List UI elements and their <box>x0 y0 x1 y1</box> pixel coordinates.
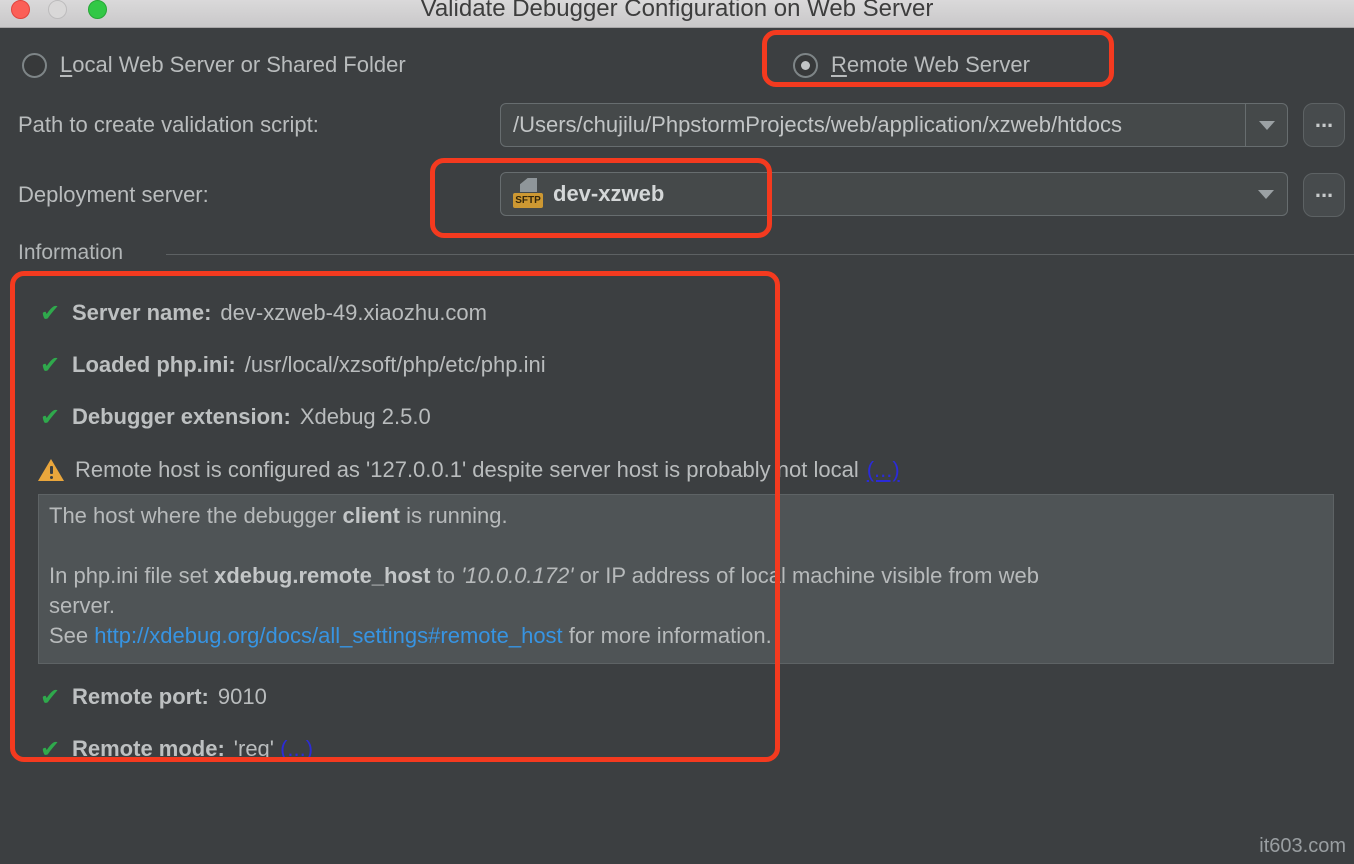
help-text-bold: xdebug.remote_host <box>214 563 430 588</box>
radio-remote-web-server[interactable]: Remote Web Server <box>793 51 1030 79</box>
sftp-badge: SFTP <box>513 193 543 208</box>
check-icon: ✔ <box>40 403 72 432</box>
deploy-combobox[interactable]: SFTP dev-xzweb <box>500 172 1288 216</box>
help-line-3: See http://xdebug.org/docs/all_settings#… <box>49 621 1323 651</box>
help-text: See <box>49 623 94 648</box>
info-value: 'req' <box>234 736 280 762</box>
deploy-field-label: Deployment server: <box>18 182 209 208</box>
xdebug-docs-link[interactable]: http://xdebug.org/docs/all_settings#remo… <box>94 623 562 648</box>
radio-local-web-server[interactable]: Local Web Server or Shared Folder <box>22 51 406 79</box>
watermark: it603.com <box>1259 835 1346 858</box>
label-rest: ocal Web Server or Shared Folder <box>72 52 405 77</box>
help-line-2-wrap: server. <box>49 591 1323 621</box>
path-browse-button[interactable]: ... <box>1303 103 1345 147</box>
help-line-1: The host where the debugger client is ru… <box>49 501 1323 531</box>
info-label: Debugger extension: <box>72 404 291 430</box>
deploy-combobox-value[interactable]: dev-xzweb <box>543 181 1245 207</box>
mnemonic-letter: R <box>831 52 847 77</box>
titlebar: Validate Debugger Configuration on Web S… <box>0 0 1354 28</box>
warning-details-link[interactable]: (...) <box>867 457 900 483</box>
warning-exclamation-bar <box>50 466 53 474</box>
window-title: Validate Debugger Configuration on Web S… <box>0 0 1354 23</box>
check-icon: ✔ <box>40 683 72 712</box>
help-text: In php.ini file set <box>49 563 214 588</box>
chevron-down-icon <box>1259 121 1275 130</box>
radio-remote-label: Remote Web Server <box>831 52 1030 78</box>
info-label: Remote mode: <box>72 736 225 762</box>
help-text-italic: '10.0.0.172' <box>461 563 573 588</box>
radio-local-label: Local Web Server or Shared Folder <box>60 52 406 78</box>
help-text: for more information. <box>563 623 772 648</box>
remote-host-help-panel: The host where the debugger client is ru… <box>38 494 1334 664</box>
section-separator <box>166 254 1354 255</box>
warning-remote-host: Remote host is configured as '127.0.0.1'… <box>38 455 900 485</box>
info-label: Remote port: <box>72 684 209 710</box>
help-text: The host where the debugger <box>49 503 343 528</box>
help-text-bold: client <box>343 503 400 528</box>
info-item-debugger-extension: ✔ Debugger extension: Xdebug 2.5.0 <box>40 403 431 431</box>
deploy-combobox-dropdown[interactable] <box>1245 173 1287 215</box>
warning-text: Remote host is configured as '127.0.0.1'… <box>75 457 859 483</box>
info-value: Xdebug 2.5.0 <box>300 404 431 430</box>
help-blank-line <box>49 531 1323 561</box>
path-field-label: Path to create validation script: <box>18 112 319 138</box>
info-item-loaded-phpini: ✔ Loaded php.ini: /usr/local/xzsoft/php/… <box>40 351 546 379</box>
path-combobox-dropdown[interactable] <box>1245 104 1287 146</box>
help-line-2: In php.ini file set xdebug.remote_host t… <box>49 561 1323 591</box>
warning-exclamation-dot <box>50 476 53 479</box>
info-label: Server name: <box>72 300 211 326</box>
label-rest: emote Web Server <box>847 52 1030 77</box>
radio-selected-icon[interactable] <box>793 53 818 78</box>
check-icon: ✔ <box>40 351 72 380</box>
info-label: Loaded php.ini: <box>72 352 236 378</box>
chevron-down-icon <box>1258 190 1274 199</box>
info-item-remote-mode: ✔ Remote mode: 'req' (...) <box>40 735 313 763</box>
info-value: dev-xzweb-49.xiaozhu.com <box>220 300 487 326</box>
warning-icon <box>38 459 64 481</box>
deploy-browse-button[interactable]: ... <box>1303 173 1345 217</box>
check-icon: ✔ <box>40 299 72 328</box>
info-item-server-name: ✔ Server name: dev-xzweb-49.xiaozhu.com <box>40 299 487 327</box>
info-value: 9010 <box>218 684 267 710</box>
mnemonic-letter: L <box>60 52 72 77</box>
info-value: /usr/local/xzsoft/php/etc/php.ini <box>245 352 546 378</box>
file-icon <box>520 178 537 192</box>
remote-mode-details-link[interactable]: (...) <box>280 736 313 762</box>
help-text: is running. <box>400 503 508 528</box>
radio-unselected-icon[interactable] <box>22 53 47 78</box>
path-combobox[interactable]: /Users/chujilu/PhpstormProjects/web/appl… <box>500 103 1288 147</box>
information-section-title: Information <box>18 241 123 265</box>
sftp-server-icon: SFTP <box>513 177 543 211</box>
info-item-remote-port: ✔ Remote port: 9010 <box>40 683 267 711</box>
check-icon: ✔ <box>40 735 72 764</box>
path-combobox-value[interactable]: /Users/chujilu/PhpstormProjects/web/appl… <box>501 112 1245 138</box>
help-text: to <box>430 563 461 588</box>
help-text: or IP address of local machine visible f… <box>573 563 1038 588</box>
